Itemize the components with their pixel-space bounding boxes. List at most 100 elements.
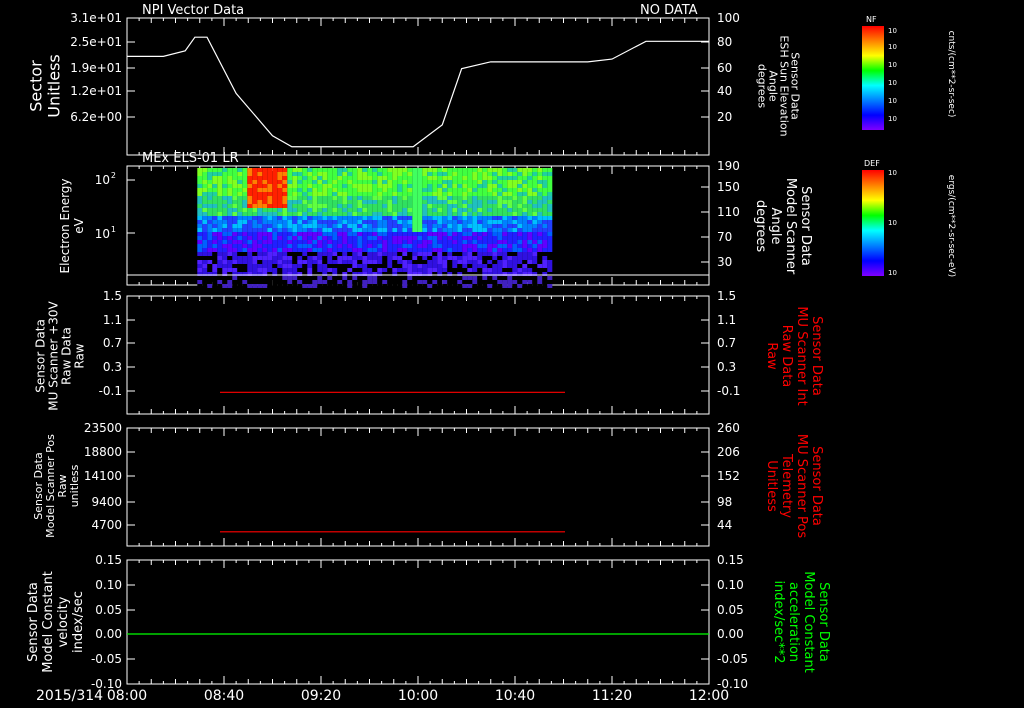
spectrogram-cell: [307, 252, 313, 256]
spectrogram-cell: [482, 284, 488, 288]
spectrogram-cell: [367, 216, 373, 220]
spectrogram-cell: [467, 176, 473, 180]
spectrogram-cell: [547, 284, 553, 288]
spectrogram-cell: [387, 180, 393, 184]
spectrogram-cell: [292, 200, 298, 204]
spectrogram-cell: [482, 224, 488, 228]
spectrogram-cell: [472, 216, 478, 220]
spectrogram-cell: [437, 280, 443, 284]
spectrogram-cell: [527, 260, 533, 264]
spectrogram-cell: [312, 252, 318, 256]
spectrogram-cell: [367, 188, 373, 192]
spectrogram-cell: [397, 220, 403, 224]
spectrogram-cell: [507, 180, 513, 184]
spectrogram-cell: [237, 248, 243, 252]
spectrogram-cell: [342, 252, 348, 256]
spectrogram-cell: [227, 268, 233, 272]
spectrogram-cell: [217, 240, 223, 244]
spectrogram-cell: [532, 192, 538, 196]
spectrogram-cell: [307, 264, 313, 268]
spectrogram-cell: [402, 168, 408, 172]
spectrogram-cell: [292, 168, 298, 172]
spectrogram-cell: [492, 180, 498, 184]
spectrogram-cell: [247, 228, 253, 232]
spectrogram-cell: [237, 256, 243, 260]
spectrogram-cell: [287, 188, 293, 192]
spectrogram-cell: [477, 168, 483, 172]
spectrogram-cell: [317, 260, 323, 264]
spectrogram-cell: [432, 232, 438, 236]
spectrogram-cell: [427, 228, 433, 232]
spectrogram-cell: [317, 208, 323, 212]
spectrogram-cell: [467, 172, 473, 176]
spectrogram-cell: [272, 212, 278, 216]
spectrogram-cell: [467, 224, 473, 228]
spectrogram-cell: [397, 276, 403, 280]
spectrogram-cell: [347, 260, 353, 264]
spectrogram-cell: [247, 168, 253, 172]
spectrogram-cell: [422, 228, 428, 232]
spectrogram-cell: [432, 176, 438, 180]
spectrogram-cell: [462, 264, 468, 268]
spectrogram-cell: [427, 244, 433, 248]
y-tick-label-right: 0.00: [717, 627, 744, 641]
spectrogram-cell: [527, 228, 533, 232]
spectrogram-cell: [257, 256, 263, 260]
spectrogram-cell: [277, 212, 283, 216]
spectrogram-cell: [217, 236, 223, 240]
spectrogram-cell: [492, 260, 498, 264]
spectrogram-cell: [362, 256, 368, 260]
spectrogram-cell: [212, 260, 218, 264]
spectrogram-cell: [457, 204, 463, 208]
spectrogram-cell: [477, 184, 483, 188]
spectrogram-cell: [232, 176, 238, 180]
spectrogram-cell: [542, 240, 548, 244]
spectrogram-cell: [317, 252, 323, 256]
spectrogram-cell: [522, 260, 528, 264]
spectrogram-cell: [362, 204, 368, 208]
spectrogram-cell: [232, 280, 238, 284]
spectrogram-cell: [242, 204, 248, 208]
spectrogram-cell: [267, 200, 273, 204]
spectrogram-cell: [487, 204, 493, 208]
spectrogram-cell: [407, 264, 413, 268]
spectrogram-cell: [532, 276, 538, 280]
spectrogram-cell: [427, 196, 433, 200]
spectrogram-cell: [427, 212, 433, 216]
spectrogram-cell: [202, 200, 208, 204]
spectrogram-cell: [387, 172, 393, 176]
spectrogram-cell: [487, 256, 493, 260]
spectrogram-cell: [232, 268, 238, 272]
spectrogram-cell: [392, 224, 398, 228]
spectrogram-cell: [402, 280, 408, 284]
spectrogram-cell: [392, 252, 398, 256]
spectrogram-cell: [482, 176, 488, 180]
spectrogram-cell: [282, 184, 288, 188]
spectrogram-cell: [527, 256, 533, 260]
spectrogram-cell: [202, 196, 208, 200]
spectrogram-cell: [297, 208, 303, 212]
spectrogram-cell: [247, 200, 253, 204]
spectrogram-cell: [292, 192, 298, 196]
spectrogram-cell: [382, 264, 388, 268]
spectrogram-cell: [462, 208, 468, 212]
spectrogram-cell: [502, 224, 508, 228]
y-tick-label-right: 30: [717, 255, 732, 269]
spectrogram-cell: [532, 268, 538, 272]
spectrogram-cell: [342, 220, 348, 224]
spectrogram-cell: [477, 196, 483, 200]
spectrogram-cell: [382, 184, 388, 188]
spectrogram-cell: [437, 184, 443, 188]
spectrogram-cell: [522, 240, 528, 244]
spectrogram-cell: [492, 220, 498, 224]
spectrogram-cell: [472, 212, 478, 216]
spectrogram-cell: [317, 168, 323, 172]
spectrogram-cell: [382, 216, 388, 220]
spectrogram-cell: [277, 188, 283, 192]
axis-label-left-p5-line: Sensor Data: [26, 582, 41, 662]
y-tick-label-left: 23500: [84, 421, 122, 435]
spectrogram-cell: [212, 216, 218, 220]
spectrogram-cell: [497, 200, 503, 204]
spectrogram-cell: [492, 172, 498, 176]
spectrogram-cell: [512, 268, 518, 272]
